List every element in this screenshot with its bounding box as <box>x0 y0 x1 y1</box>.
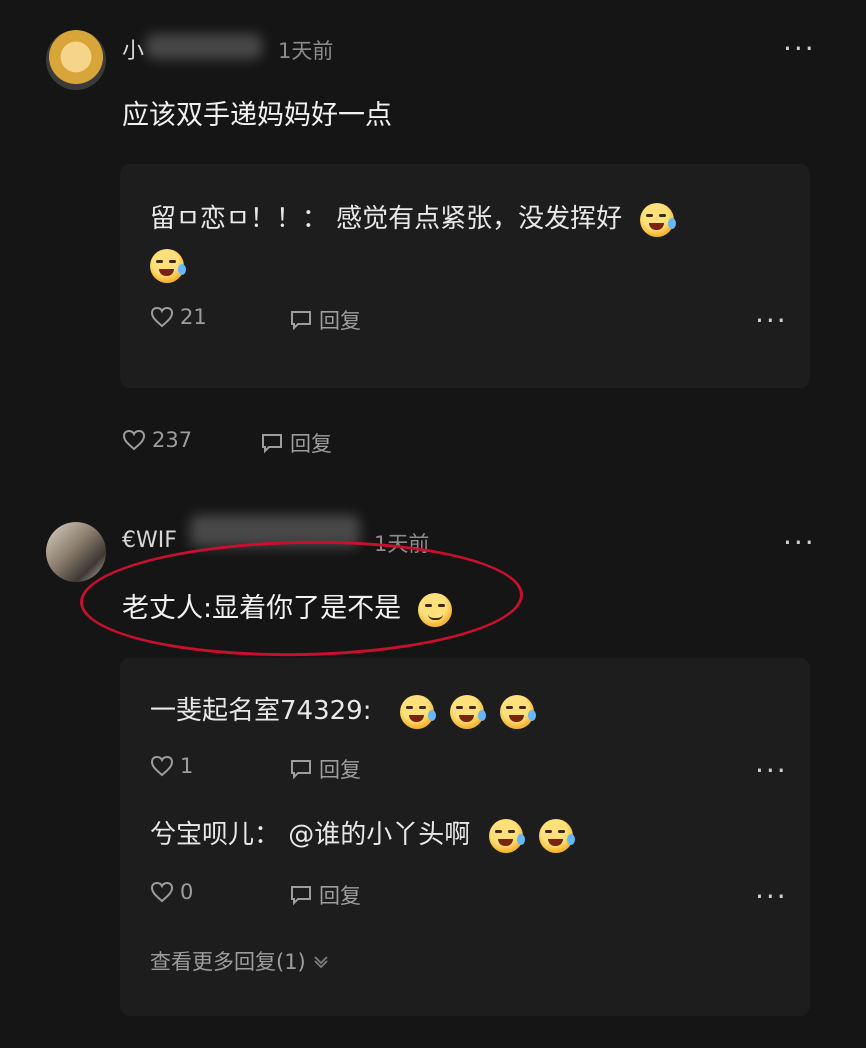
blurred-username <box>146 34 262 59</box>
reply-more-button[interactable]: ··· <box>755 304 788 337</box>
like-count: 0 <box>180 880 194 904</box>
highlight-circle <box>79 537 524 660</box>
timestamp: 1天前 <box>278 39 334 63</box>
chevron-down-icon <box>314 956 328 968</box>
reply-label: 回复 <box>319 309 361 333</box>
comment-icon <box>291 311 311 331</box>
comment-icon <box>262 434 282 454</box>
reply-more-button[interactable]: ··· <box>755 880 788 913</box>
reply-label: 回复 <box>319 884 361 908</box>
username[interactable]: €WIF <box>122 528 177 553</box>
crying-emoji-icon <box>150 248 186 283</box>
like-count: 1 <box>180 754 194 778</box>
heart-icon <box>150 755 174 777</box>
like-count: 21 <box>180 305 207 329</box>
comment-like-button[interactable]: 237 <box>122 428 192 452</box>
heart-icon <box>150 306 174 328</box>
heart-icon <box>122 429 146 451</box>
like-button[interactable]: 1 <box>150 754 193 778</box>
avatar[interactable] <box>46 522 106 582</box>
reply-button[interactable]: 回复 <box>289 305 361 335</box>
avatar[interactable] <box>46 30 106 90</box>
comment-text: 应该双手递妈妈好一点 <box>122 100 392 131</box>
reply-author[interactable]: 一斐起名室74329: <box>150 696 371 726</box>
crying-emoji-icon <box>500 694 537 729</box>
more-options-button[interactable]: ··· <box>783 526 816 559</box>
reply-item: 留ㅁ恋ㅁ！！： 感觉有点紧张，没发挥好 <box>150 196 770 288</box>
reply-item: 兮宝呗儿： @谁的小丫头啊 <box>150 814 575 853</box>
view-more-label: 查看更多回复(1) <box>150 950 306 974</box>
heart-icon <box>150 881 174 903</box>
crying-emoji-icon <box>640 202 677 237</box>
reply-author[interactable]: 兮宝呗儿： <box>150 820 280 850</box>
comment-reply-label: 回复 <box>290 432 332 456</box>
reply-button[interactable]: 回复 <box>289 754 361 784</box>
comment-like-count: 237 <box>152 428 193 452</box>
crying-emoji-icon <box>399 694 436 729</box>
like-button[interactable]: 21 <box>150 305 207 329</box>
reply-button[interactable]: 回复 <box>289 880 361 910</box>
reply-more-button[interactable]: ··· <box>755 754 788 787</box>
username[interactable]: 小 <box>122 33 144 65</box>
crying-emoji-icon <box>450 694 487 729</box>
comment-icon <box>291 886 311 906</box>
comment-icon <box>291 760 311 780</box>
more-options-button[interactable]: ··· <box>783 32 816 65</box>
crying-emoji-icon <box>538 818 575 853</box>
reply-content: @谁的小丫头啊 <box>288 820 471 850</box>
comment-reply-button[interactable]: 回复 <box>260 428 332 458</box>
reply-item: 一斐起名室74329: <box>150 690 537 729</box>
reply-content: 感觉有点紧张，没发挥好 <box>336 204 623 234</box>
reply-author[interactable]: 留ㅁ恋ㅁ！！： <box>150 204 328 234</box>
like-button[interactable]: 0 <box>150 880 193 904</box>
view-more-replies[interactable]: 查看更多回复(1) <box>150 946 330 976</box>
reply-label: 回复 <box>319 758 361 782</box>
crying-emoji-icon <box>488 818 525 853</box>
